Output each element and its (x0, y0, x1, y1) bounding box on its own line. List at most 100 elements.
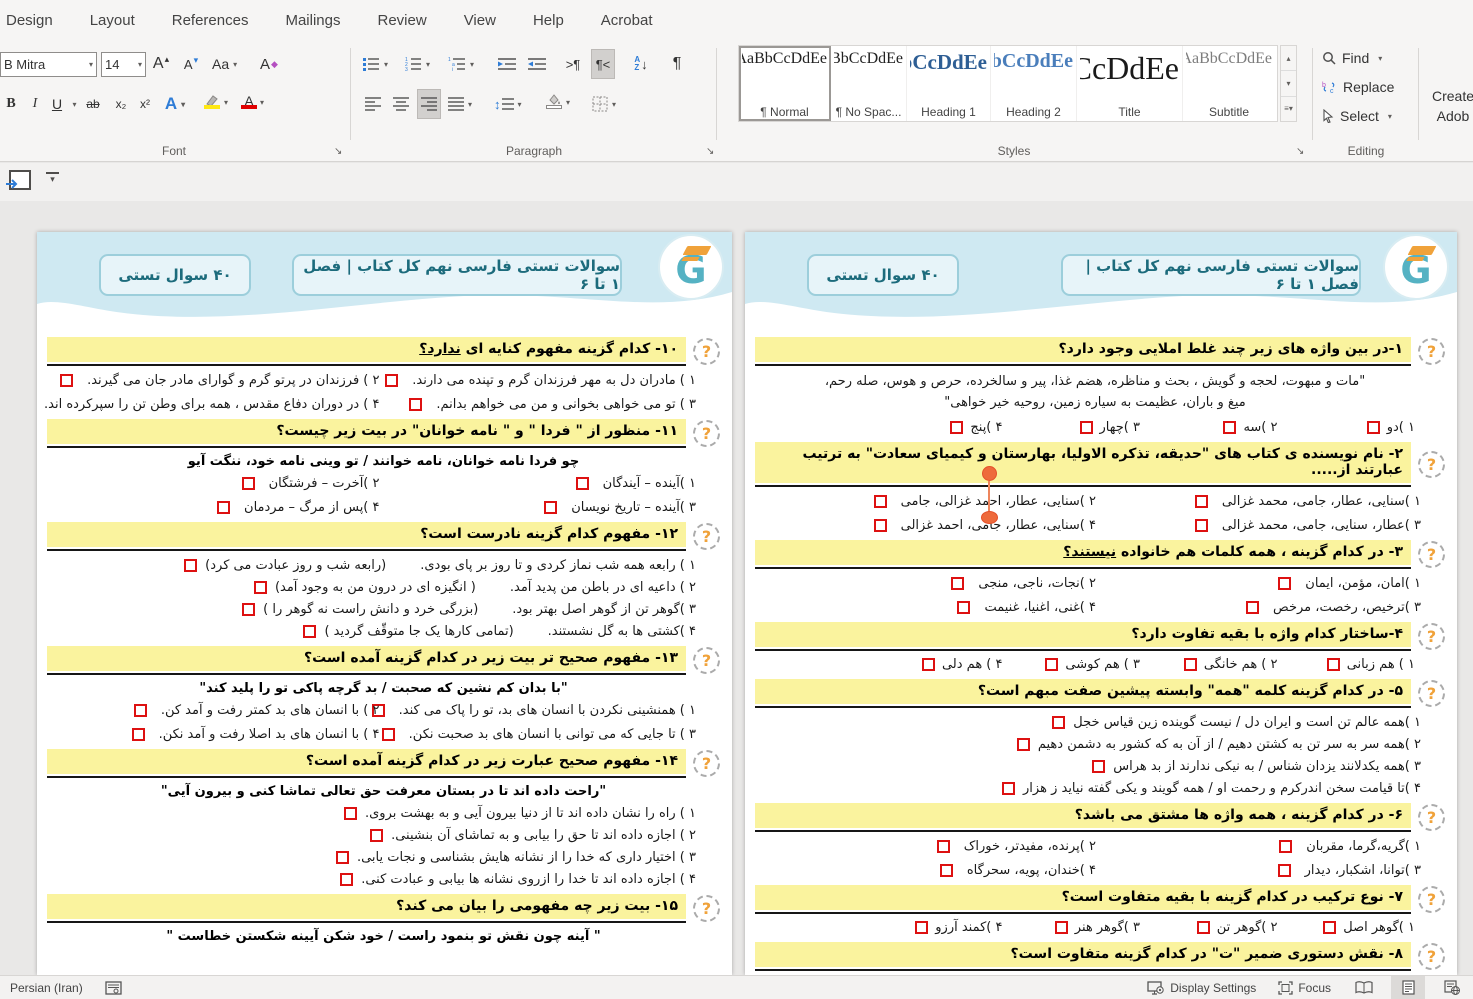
style-normal[interactable]: AaBbCcDdEe ¶ Normal (739, 46, 831, 121)
answer-checkbox[interactable] (340, 873, 353, 886)
answer-checkbox[interactable] (576, 477, 589, 490)
print-layout-button[interactable] (1391, 976, 1425, 999)
answer-checkbox[interactable] (1045, 658, 1058, 671)
find-button[interactable]: Find▾ (1322, 50, 1382, 66)
selection-pin-icon[interactable] (982, 466, 997, 481)
answer-checkbox[interactable] (60, 374, 73, 387)
underline-dropdown[interactable]: ▾ (62, 92, 84, 116)
answer-checkbox[interactable] (940, 864, 953, 877)
italic-button[interactable]: I (24, 92, 46, 116)
numbering-button[interactable]: 123▾ (404, 52, 430, 76)
answer-checkbox[interactable] (1184, 658, 1197, 671)
answer-checkbox[interactable] (409, 398, 422, 411)
style-subtitle[interactable]: AaBbCcDdEe Subtitle (1183, 46, 1275, 121)
language-status[interactable]: Persian (Iran) (10, 981, 83, 995)
answer-checkbox[interactable] (951, 577, 964, 590)
font-dialog-launcher[interactable]: ↘ (334, 146, 342, 157)
increase-indent-button[interactable] (526, 52, 548, 76)
font-name-combo[interactable]: B Mitra▾ (0, 52, 97, 77)
styles-scroll-down[interactable]: ▾ (1281, 71, 1296, 96)
answer-checkbox[interactable] (336, 851, 349, 864)
align-right-button[interactable] (418, 90, 440, 118)
answer-checkbox[interactable] (370, 829, 383, 842)
answer-checkbox[interactable] (937, 840, 950, 853)
style-no-spacing[interactable]: AaBbCcDdEe ¶ No Spac... (831, 46, 907, 121)
styles-scroll-up[interactable]: ▴ (1281, 46, 1296, 71)
superscript-button[interactable]: x² (134, 92, 156, 116)
bold-button[interactable]: B (0, 92, 22, 116)
answer-checkbox[interactable] (1327, 658, 1340, 671)
show-marks-button[interactable]: ¶ (666, 52, 688, 76)
align-center-button[interactable] (390, 92, 412, 116)
selection-pin-icon[interactable] (981, 511, 998, 524)
answer-checkbox[interactable] (242, 603, 255, 616)
display-settings-button[interactable]: Display Settings (1141, 976, 1262, 999)
ltr-direction-button[interactable]: >¶ (562, 52, 584, 76)
clear-formatting-button[interactable]: A◆ (258, 52, 280, 76)
style-heading-1[interactable]: AaBbCcDdEe Heading 1 (907, 46, 991, 121)
read-mode-button[interactable] (1347, 976, 1381, 999)
answer-checkbox[interactable] (184, 559, 197, 572)
document-page-right[interactable]: ۴۰ سوال تستی سوالات تستی فارسی نهم کل کت… (745, 232, 1457, 975)
align-left-button[interactable] (362, 92, 384, 116)
tab-help[interactable]: Help (533, 12, 564, 29)
font-color-button[interactable]: A ▾ (242, 90, 264, 114)
answer-checkbox[interactable] (1278, 864, 1291, 877)
decrease-indent-button[interactable] (496, 52, 518, 76)
replace-button[interactable]: bc Replace (1322, 79, 1394, 95)
tab-layout[interactable]: Layout (90, 12, 135, 29)
select-button[interactable]: Select▾ (1322, 108, 1392, 124)
answer-checkbox[interactable] (1223, 421, 1236, 434)
answer-checkbox[interactable] (385, 374, 398, 387)
answer-checkbox[interactable] (242, 477, 255, 490)
paragraph-dialog-launcher[interactable]: ↘ (706, 146, 714, 157)
answer-checkbox[interactable] (874, 519, 887, 532)
style-heading-2[interactable]: AaBbCcDdEe Heading 2 (991, 46, 1077, 121)
shrink-font-button[interactable]: A▾ (180, 52, 202, 76)
answer-checkbox[interactable] (303, 625, 316, 638)
answer-checkbox[interactable] (1197, 921, 1210, 934)
justify-button[interactable]: ▾ (448, 92, 472, 116)
answer-checkbox[interactable] (1017, 738, 1030, 751)
answer-checkbox[interactable] (1002, 782, 1015, 795)
answer-checkbox[interactable] (1246, 601, 1259, 614)
font-size-combo[interactable]: 14▾ (101, 52, 146, 77)
focus-button[interactable]: Focus (1272, 976, 1337, 999)
line-spacing-button[interactable]: ↕ ▾ (494, 92, 522, 116)
create-adobe-pdf-button[interactable]: Create Adob (1422, 86, 1473, 127)
answer-checkbox[interactable] (254, 581, 267, 594)
paste-options-icon[interactable] (9, 170, 31, 190)
document-page-left[interactable]: ۴۰ سوال تستی سوالات تستی فارسی نهم کل کت… (37, 232, 732, 975)
answer-checkbox[interactable] (1367, 421, 1380, 434)
bullets-button[interactable]: ▾ (362, 52, 388, 76)
borders-button[interactable]: ▾ (592, 92, 616, 116)
tab-view[interactable]: View (464, 12, 496, 29)
shading-button[interactable]: ▾ (546, 90, 570, 114)
tab-references[interactable]: References (172, 12, 249, 29)
rtl-direction-button[interactable]: ¶< (592, 50, 614, 78)
grow-font-button[interactable]: A▴ (150, 52, 172, 76)
answer-checkbox[interactable] (1052, 716, 1065, 729)
answer-checkbox[interactable] (1092, 760, 1105, 773)
answer-checkbox[interactable] (1195, 495, 1208, 508)
web-layout-button[interactable] (1435, 976, 1469, 999)
answer-checkbox[interactable] (1080, 421, 1093, 434)
answer-checkbox[interactable] (1323, 921, 1336, 934)
tab-review[interactable]: Review (378, 12, 427, 29)
tab-mailings[interactable]: Mailings (285, 12, 340, 29)
styles-more-button[interactable]: ≡▾ (1281, 97, 1296, 121)
answer-checkbox[interactable] (544, 501, 557, 514)
answer-checkbox[interactable] (950, 421, 963, 434)
tab-acrobat[interactable]: Acrobat (601, 12, 653, 29)
styles-dialog-launcher[interactable]: ↘ (1296, 146, 1304, 157)
answer-checkbox[interactable] (1279, 840, 1292, 853)
answer-checkbox[interactable] (382, 728, 395, 741)
answer-checkbox[interactable] (874, 495, 887, 508)
answer-checkbox[interactable] (134, 704, 147, 717)
answer-checkbox[interactable] (957, 601, 970, 614)
answer-checkbox[interactable] (1195, 519, 1208, 532)
subscript-button[interactable]: x₂ (110, 92, 132, 116)
multilevel-list-button[interactable]: 1ai▾ (448, 52, 474, 76)
highlight-color-button[interactable]: ▾ (204, 90, 228, 114)
strikethrough-button[interactable]: ab (82, 92, 104, 116)
